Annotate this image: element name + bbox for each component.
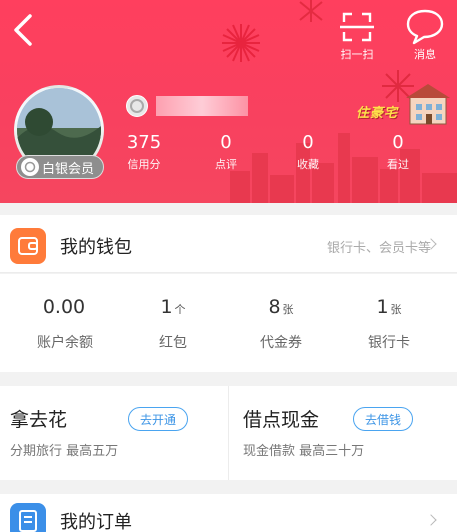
scan-label: 扫一扫 bbox=[340, 48, 374, 61]
stat-reviews[interactable]: 0 点评 bbox=[204, 132, 248, 172]
wallet-value: 1 bbox=[376, 296, 389, 318]
profile-header: 扫一扫 消息 白银会员 375 信用分 0 点评 0 收藏 0 看过 住豪宅 bbox=[0, 0, 457, 203]
wallet-label: 账户余额 bbox=[37, 335, 93, 351]
message-label: 消息 bbox=[414, 48, 436, 61]
stat-credit-score[interactable]: 375 信用分 bbox=[122, 132, 166, 172]
order-list-icon bbox=[10, 503, 46, 532]
stat-label: 收藏 bbox=[297, 158, 319, 171]
wallet-title: 我的钱包 bbox=[60, 237, 132, 258]
divider bbox=[228, 386, 229, 480]
username-redacted bbox=[156, 96, 248, 116]
user-level-icon bbox=[126, 95, 148, 117]
stat-value: 0 bbox=[302, 132, 314, 153]
stat-value: 0 bbox=[220, 132, 232, 153]
firework-decoration-icon bbox=[299, 0, 323, 22]
wallet-redpacket-item[interactable]: 1个 红包 bbox=[118, 296, 228, 352]
borrow-cash-button[interactable]: 去借钱 bbox=[353, 407, 413, 431]
installment-title: 拿去花 bbox=[10, 409, 68, 431]
wallet-label: 银行卡 bbox=[368, 335, 410, 351]
stat-label: 点评 bbox=[215, 158, 237, 171]
stat-value: 375 bbox=[126, 132, 162, 153]
wallet-value: 8 bbox=[268, 296, 281, 318]
silver-member-icon bbox=[21, 158, 39, 176]
wallet-balance-item[interactable]: 0.00 账户余额 bbox=[10, 296, 120, 352]
wallet-label: 红包 bbox=[159, 335, 187, 351]
messages-button[interactable]: 消息 bbox=[402, 8, 448, 62]
stat-value: 0 bbox=[392, 132, 404, 153]
scan-icon bbox=[340, 12, 374, 42]
wallet-label: 代金券 bbox=[260, 335, 302, 351]
message-bubble-icon bbox=[406, 9, 444, 45]
mansion-promo-text: 住豪宅 bbox=[356, 106, 399, 121]
member-level-label: 白银会员 bbox=[42, 161, 95, 177]
wallet-bankcard-item[interactable]: 1张 银行卡 bbox=[334, 296, 444, 352]
wallet-value: 1 bbox=[160, 296, 173, 318]
wallet-unit: 张 bbox=[282, 303, 294, 316]
stat-label: 看过 bbox=[387, 158, 409, 171]
installment-subtitle: 分期旅行 最高五万 bbox=[10, 444, 119, 459]
wallet-cards-link[interactable]: 银行卡、会员卡等 bbox=[327, 237, 431, 256]
stat-label: 信用分 bbox=[127, 158, 161, 171]
wallet-unit: 张 bbox=[390, 303, 402, 316]
cash-loan-subtitle: 现金借款 最高三十万 bbox=[243, 444, 365, 459]
stat-favorites[interactable]: 0 收藏 bbox=[286, 132, 330, 172]
firework-decoration-icon bbox=[222, 24, 260, 62]
back-arrow-icon[interactable] bbox=[10, 12, 38, 48]
wallet-unit: 个 bbox=[174, 303, 186, 316]
activate-installment-button[interactable]: 去开通 bbox=[128, 407, 188, 431]
scan-button[interactable]: 扫一扫 bbox=[336, 10, 378, 62]
wallet-value: 0.00 bbox=[42, 296, 86, 318]
my-orders-title: 我的订单 bbox=[60, 512, 132, 532]
wallet-voucher-item[interactable]: 8张 代金券 bbox=[226, 296, 336, 352]
cash-loan-title: 借点现金 bbox=[243, 409, 320, 431]
mansion-promo-badge[interactable]: 住豪宅 bbox=[354, 82, 450, 132]
stat-viewed[interactable]: 0 看过 bbox=[376, 132, 420, 172]
member-level-badge[interactable]: 白银会员 bbox=[16, 155, 104, 179]
wallet-icon bbox=[10, 228, 46, 264]
